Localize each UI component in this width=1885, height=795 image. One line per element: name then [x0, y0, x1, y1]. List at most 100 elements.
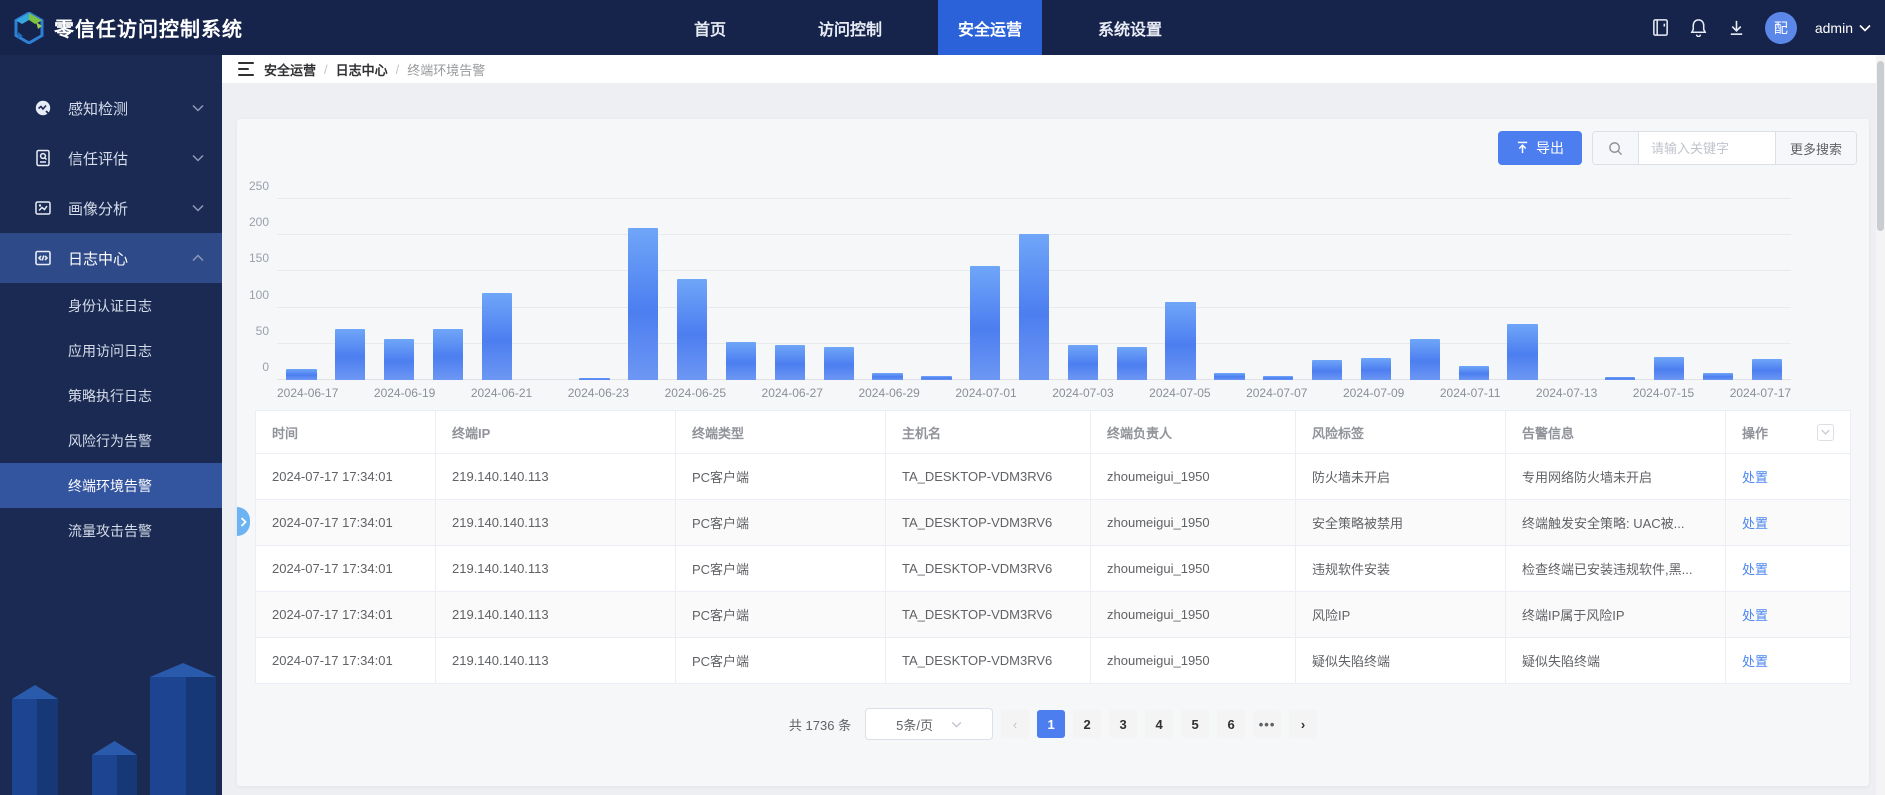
chevron-down-icon [951, 721, 962, 728]
bar-2024-06-21[interactable] [482, 293, 512, 380]
scrollbar-thumb[interactable] [1877, 61, 1884, 231]
bar-2024-06-27[interactable] [775, 345, 805, 380]
bar-2024-06-23[interactable] [579, 378, 609, 380]
bar-2024-06-17[interactable] [286, 369, 316, 380]
bar-2024-06-18[interactable] [335, 329, 365, 380]
table-cell: 处置 [1726, 454, 1850, 499]
bar-2024-07-04[interactable] [1117, 347, 1147, 380]
breadcrumb-item-0[interactable]: 安全运营 [264, 60, 316, 79]
bar-2024-07-01[interactable] [970, 266, 1000, 380]
y-axis-tick: 50 [237, 324, 269, 338]
nav-tab-1[interactable]: 访问控制 [780, 0, 920, 55]
column-settings-icon[interactable] [1817, 424, 1834, 441]
bell-icon[interactable] [1689, 18, 1709, 38]
bar-2024-07-12[interactable] [1507, 324, 1537, 380]
download-icon[interactable] [1727, 18, 1747, 38]
bar-2024-07-14[interactable] [1605, 377, 1635, 380]
sidebar-group-1[interactable]: 信任评估 [0, 133, 222, 183]
bar-2024-07-07[interactable] [1263, 376, 1293, 380]
navbar-actions: 配 admin [1651, 0, 1871, 55]
dispose-link[interactable]: 处置 [1742, 651, 1768, 670]
sidebar-group-3[interactable]: 日志中心 [0, 233, 222, 283]
table-cell: PC客户端 [676, 454, 886, 499]
breadcrumb-item-1[interactable]: 日志中心 [336, 60, 388, 79]
bar-2024-07-06[interactable] [1214, 373, 1244, 380]
table-cell: 检查终端已安装违规软件,黑... [1506, 546, 1726, 591]
sidebar-item-4[interactable]: 终端环境告警 [0, 463, 222, 508]
table-cell: 风险IP [1296, 592, 1506, 637]
dispose-link[interactable]: 处置 [1742, 467, 1768, 486]
bar-2024-06-30[interactable] [921, 376, 951, 380]
nav-tab-0[interactable]: 首页 [640, 0, 780, 55]
bar-2024-07-11[interactable] [1459, 366, 1489, 380]
x-axis-tick: 2024-07-05 [1149, 386, 1210, 400]
bar-2024-07-15[interactable] [1654, 357, 1684, 380]
sidebar-item-3[interactable]: 风险行为告警 [0, 418, 222, 463]
sidebar-item-5[interactable]: 流量攻击告警 [0, 508, 222, 553]
bar-2024-06-25[interactable] [677, 279, 707, 380]
dispose-link[interactable]: 处置 [1742, 513, 1768, 532]
bar-2024-07-03[interactable] [1068, 345, 1098, 380]
menu-fold-icon[interactable] [238, 62, 254, 76]
bar-2024-07-17[interactable] [1752, 359, 1782, 380]
bar-2024-07-02[interactable] [1019, 234, 1049, 380]
bar-2024-07-09[interactable] [1361, 358, 1391, 380]
bar-2024-07-05[interactable] [1165, 302, 1195, 380]
table-cell: PC客户端 [676, 638, 886, 683]
nav-tab-3[interactable]: 系统设置 [1060, 0, 1200, 55]
more-search-button[interactable]: 更多搜索 [1775, 132, 1856, 164]
page-scrollbar[interactable] [1876, 55, 1885, 795]
x-axis-tick [1114, 386, 1150, 400]
table-cell: 安全策略被禁用 [1296, 500, 1506, 545]
page-button-1[interactable]: 1 [1037, 710, 1065, 738]
table-cell: TA_DESKTOP-VDM3RV6 [886, 500, 1091, 545]
search-icon[interactable] [1593, 132, 1639, 164]
prev-page-button[interactable]: ‹ [1001, 710, 1029, 738]
table-cell: zhoumeigui_1950 [1091, 500, 1296, 545]
sidebar-group-2[interactable]: 画像分析 [0, 183, 222, 233]
sidebar-item-2[interactable]: 策略执行日志 [0, 373, 222, 418]
page-button-2[interactable]: 2 [1073, 710, 1101, 738]
more-pages-button[interactable]: ••• [1253, 710, 1281, 738]
x-axis-tick: 2024-06-17 [277, 386, 338, 400]
sidebar-item-0[interactable]: 身份认证日志 [0, 283, 222, 328]
x-axis-tick: 2024-06-23 [568, 386, 629, 400]
table-cell: 防火墙未开启 [1296, 454, 1506, 499]
page-button-3[interactable]: 3 [1109, 710, 1137, 738]
bar-2024-06-20[interactable] [433, 329, 463, 380]
table-cell: 2024-07-17 17:34:01 [256, 500, 436, 545]
nav-tabs: 首页访问控制安全运营系统设置 [640, 0, 1200, 55]
content-card: 导出 更多搜索 0501001502002502024-06-172024-06… [237, 119, 1869, 786]
bar-2024-06-26[interactable] [726, 342, 756, 380]
column-header-label: 告警信息 [1522, 423, 1574, 442]
nav-tab-2[interactable]: 安全运营 [938, 0, 1042, 55]
breadcrumb: 安全运营/日志中心/终端环境告警 [264, 60, 485, 79]
journal-icon[interactable] [1651, 18, 1671, 38]
avatar[interactable]: 配 [1765, 12, 1797, 44]
table-row: 2024-07-17 17:34:01219.140.140.113PC客户端T… [256, 638, 1850, 684]
bar-2024-06-24[interactable] [628, 228, 658, 380]
bar-2024-07-16[interactable] [1703, 373, 1733, 380]
search-input[interactable] [1639, 132, 1775, 164]
bar-2024-06-28[interactable] [824, 347, 854, 380]
sidebar-item-1[interactable]: 应用访问日志 [0, 328, 222, 373]
dispose-link[interactable]: 处置 [1742, 559, 1768, 578]
chevron-down-icon [192, 104, 204, 112]
table-cell: zhoumeigui_1950 [1091, 638, 1296, 683]
top-navbar: 零信任访问控制系统 首页访问控制安全运营系统设置 配 admin [0, 0, 1885, 55]
bar-2024-06-19[interactable] [384, 339, 414, 380]
bar-2024-07-08[interactable] [1312, 360, 1342, 380]
export-button[interactable]: 导出 [1498, 131, 1582, 165]
page-button-5[interactable]: 5 [1181, 710, 1209, 738]
next-page-button[interactable]: › [1289, 710, 1317, 738]
sidebar-group-0[interactable]: 感知检测 [0, 83, 222, 133]
dispose-link[interactable]: 处置 [1742, 605, 1768, 624]
bar-2024-06-29[interactable] [872, 373, 902, 380]
page-button-6[interactable]: 6 [1217, 710, 1245, 738]
page-size-select[interactable]: 5条/页 [865, 708, 993, 740]
page-button-4[interactable]: 4 [1145, 710, 1173, 738]
user-menu[interactable]: admin [1815, 20, 1871, 36]
table-row: 2024-07-17 17:34:01219.140.140.113PC客户端T… [256, 500, 1850, 546]
username: admin [1815, 20, 1853, 36]
bar-2024-07-10[interactable] [1410, 339, 1440, 380]
